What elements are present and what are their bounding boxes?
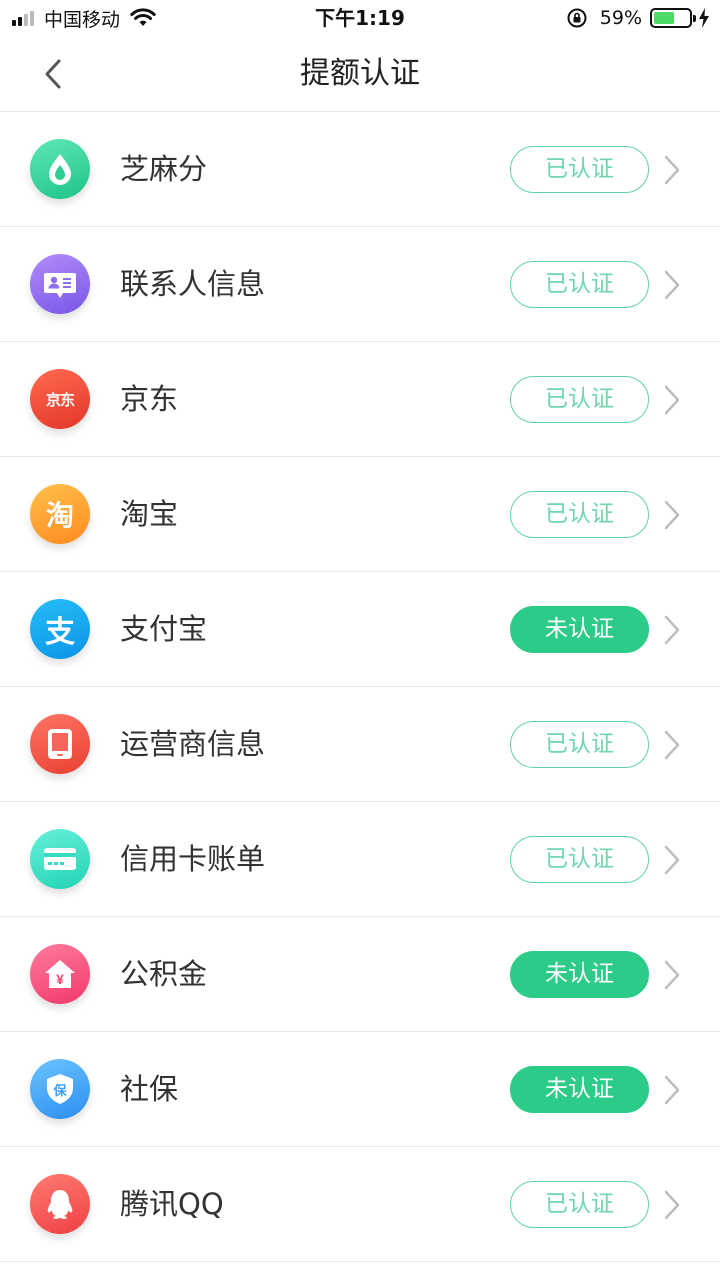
list-item-social-security[interactable]: 保 社保 未认证 <box>0 1032 720 1147</box>
status-badge: 已认证 <box>510 836 649 883</box>
house-yuan-symbol: ¥ <box>56 971 64 987</box>
status-bar: 中国移动 下午1:19 59% <box>0 0 720 36</box>
chevron-right-icon <box>664 1075 680 1105</box>
chevron-right-icon <box>664 155 680 185</box>
status-badge: 未认证 <box>510 1066 649 1113</box>
taobao-logo-icon: 淘 <box>30 484 90 544</box>
status-badge: 已认证 <box>510 721 649 768</box>
chevron-right-icon <box>664 615 680 645</box>
shield-text: 保 <box>52 1083 67 1099</box>
status-right: 59% <box>566 0 710 36</box>
status-badge: 已认证 <box>510 261 649 308</box>
list-item-carrier[interactable]: 运营商信息 已认证 <box>0 687 720 802</box>
taobao-logo-text: 淘 <box>45 499 74 532</box>
status-badge: 已认证 <box>510 146 649 193</box>
qq-penguin-icon <box>30 1174 90 1234</box>
credit-card-icon <box>30 829 90 889</box>
item-label: 支付宝 <box>120 612 208 646</box>
item-label: 信用卡账单 <box>120 842 266 876</box>
sesame-drop-icon <box>30 139 90 199</box>
list-item-sesame[interactable]: 芝麻分 已认证 <box>0 112 720 227</box>
battery-percent: 59% <box>599 7 642 29</box>
chevron-right-icon <box>664 730 680 760</box>
shield-icon: 保 <box>30 1059 90 1119</box>
jd-logo-icon: 京东 <box>30 369 90 429</box>
charging-bolt-icon <box>699 8 709 28</box>
battery-icon <box>650 8 696 28</box>
item-label: 淘宝 <box>120 497 179 531</box>
item-label: 芝麻分 <box>120 152 208 186</box>
status-badge: 已认证 <box>510 491 649 538</box>
page-title: 提额认证 <box>300 56 420 91</box>
alipay-logo-icon: 支 <box>30 599 90 659</box>
chevron-right-icon <box>664 270 680 300</box>
verification-list: 芝麻分 已认证 联系人信息 已认证 京东 京东 已认证 淘 淘宝 已认证 支 支… <box>0 112 720 1262</box>
phone-device-icon <box>30 714 90 774</box>
item-label: 社保 <box>120 1072 179 1106</box>
item-label: 腾讯QQ <box>120 1187 224 1221</box>
list-item-housing-fund[interactable]: ¥ 公积金 未认证 <box>0 917 720 1032</box>
alipay-logo-text: 支 <box>45 615 75 650</box>
orientation-lock-icon <box>567 8 587 28</box>
status-badge: 已认证 <box>510 376 649 423</box>
battery-fill <box>654 12 675 24</box>
chevron-right-icon <box>664 385 680 415</box>
item-label: 京东 <box>120 382 179 416</box>
chevron-right-icon <box>664 500 680 530</box>
chevron-right-icon <box>664 1190 680 1220</box>
contact-card-icon <box>30 254 90 314</box>
list-item-alipay[interactable]: 支 支付宝 未认证 <box>0 572 720 687</box>
item-label: 联系人信息 <box>120 267 266 301</box>
status-badge: 未认证 <box>510 606 649 653</box>
list-item-contacts[interactable]: 联系人信息 已认证 <box>0 227 720 342</box>
nav-bar: 提额认证 <box>0 36 720 112</box>
status-badge: 未认证 <box>510 951 649 998</box>
list-item-credit-card[interactable]: 信用卡账单 已认证 <box>0 802 720 917</box>
jd-logo-text: 京东 <box>45 390 75 409</box>
house-yuan-icon: ¥ <box>30 944 90 1004</box>
list-item-taobao[interactable]: 淘 淘宝 已认证 <box>0 457 720 572</box>
list-item-jd[interactable]: 京东 京东 已认证 <box>0 342 720 457</box>
chevron-right-icon <box>664 845 680 875</box>
chevron-right-icon <box>664 960 680 990</box>
list-item-qq[interactable]: 腾讯QQ 已认证 <box>0 1147 720 1262</box>
status-badge: 已认证 <box>510 1181 649 1228</box>
item-label: 运营商信息 <box>120 727 266 761</box>
item-label: 公积金 <box>120 957 208 991</box>
